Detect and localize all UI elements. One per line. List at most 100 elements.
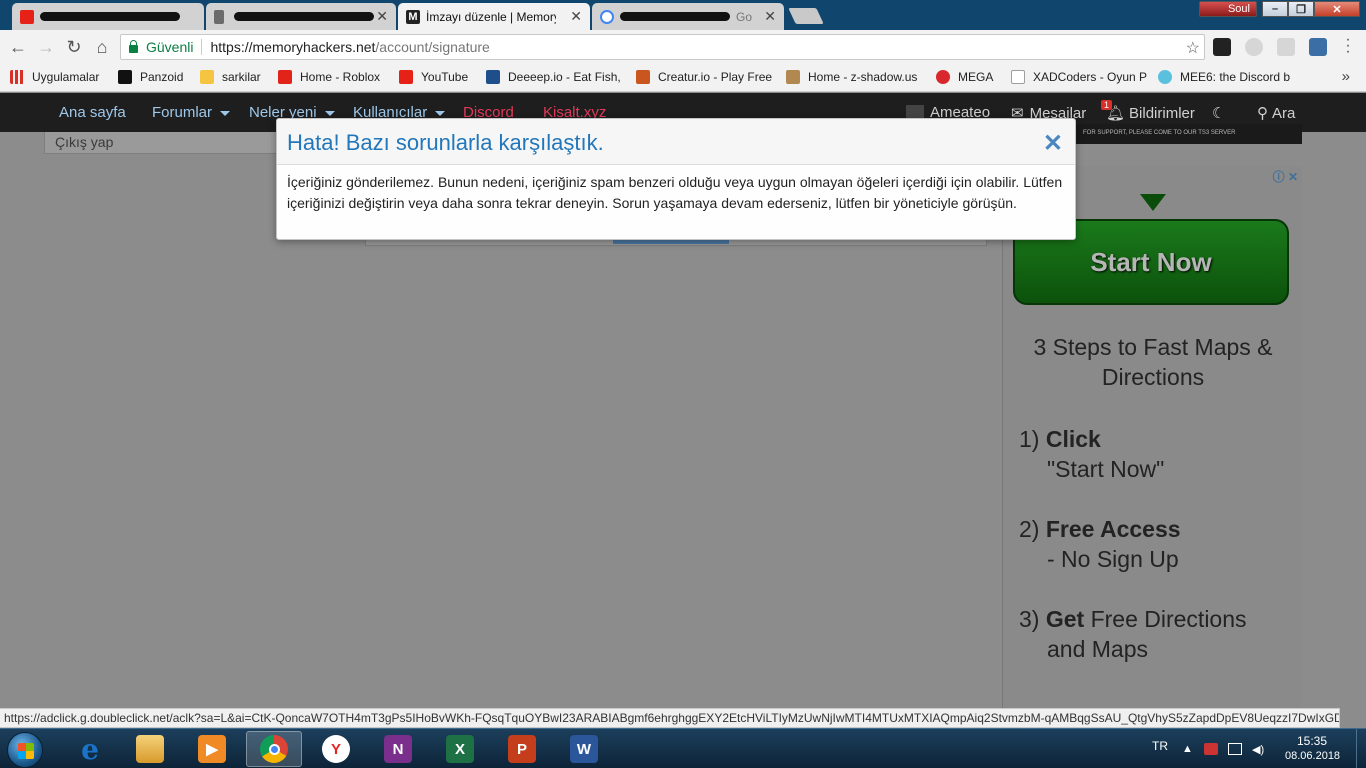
taskbar-onenote[interactable]: N: [370, 731, 426, 767]
forward-arrow-icon[interactable]: →: [36, 37, 56, 57]
action-center-icon[interactable]: [1204, 743, 1218, 755]
back-arrow-icon[interactable]: ←: [8, 37, 28, 57]
address-bar[interactable]: Güvenli https://memoryhackers.net /accou…: [120, 34, 1205, 60]
step-number: 3): [1019, 606, 1040, 632]
taskbar-yandex[interactable]: Y: [308, 731, 364, 767]
ad-info-icon[interactable]: ⓘ ✕: [1273, 168, 1298, 185]
bookmark-youtube[interactable]: YouTube: [399, 70, 477, 84]
nav-label: Bildirimler: [1129, 105, 1195, 122]
bookmark-mega[interactable]: MEGA: [936, 70, 1002, 84]
tab-redacted[interactable]: ✕: [206, 3, 396, 30]
nav-notifications[interactable]: 🔔︎ Bildirimler: [1106, 104, 1195, 122]
show-desktop-button[interactable]: [1356, 729, 1366, 768]
bookmark-zshadow[interactable]: Home - z-shadow.us: [786, 70, 926, 84]
browser-toolbar: ← → ↻ ⌂ Güvenli https://memoryhackers.ne…: [0, 30, 1366, 64]
onenote-icon: N: [384, 735, 412, 763]
nav-home[interactable]: Ana sayfa: [59, 104, 126, 121]
step-text: and Maps: [1047, 636, 1149, 662]
ad-step-2: 2) Free Access - No Sign Up: [1019, 514, 1181, 574]
extension-icon[interactable]: [1213, 38, 1231, 56]
new-tab-button[interactable]: [788, 8, 824, 24]
profile-chip[interactable]: Soul: [1199, 1, 1257, 17]
bookmark-sarkilar[interactable]: sarkilar: [200, 70, 272, 84]
taskbar-internet-explorer[interactable]: e: [62, 731, 118, 767]
tab-memoryhackers[interactable]: M İmzayı düzenle | Memory ✕: [398, 3, 590, 30]
bookmark-roblox[interactable]: Home - Roblox: [278, 70, 390, 84]
tab-google[interactable]: Go ✕: [592, 3, 784, 30]
bookmark-label: XADCoders - Oyun P: [1033, 70, 1148, 84]
step-number: 2): [1019, 516, 1040, 542]
avatar-extension-icon[interactable]: [1309, 38, 1327, 56]
nav-search[interactable]: ⚲ Ara: [1257, 104, 1295, 122]
divider: [201, 39, 203, 55]
support-banner[interactable]: FOR SUPPORT, PLEASE COME TO OUR TS3 SERV…: [1075, 124, 1302, 144]
chevron-more-icon[interactable]: »: [1342, 68, 1350, 85]
redacted-tab-title: [234, 12, 374, 21]
taskbar-media-player[interactable]: ▶: [184, 731, 240, 767]
maximize-button[interactable]: ❐: [1288, 1, 1314, 17]
powerpoint-icon: P: [508, 735, 536, 763]
bookmark-xadcoders[interactable]: XADCoders - Oyun P: [1011, 70, 1151, 84]
nav-label: Ara: [1272, 105, 1296, 122]
bookmark-label: Panzoid: [140, 70, 184, 84]
nav-forums[interactable]: Forumlar: [152, 104, 231, 121]
bookmark-creatur[interactable]: Creatur.io - Play Free: [636, 70, 774, 84]
step-bold: Get: [1045, 606, 1085, 632]
bookmark-panzoid[interactable]: Panzoid: [118, 70, 194, 84]
minimize-button[interactable]: –: [1262, 1, 1288, 17]
taskbar-excel[interactable]: X: [432, 731, 488, 767]
logout-link[interactable]: Çıkış yap: [44, 132, 284, 154]
ad-heading-text: 3 Steps to Fast Maps & Directions: [1033, 334, 1273, 390]
tab-title: İmzayı düzenle | Memory: [426, 9, 556, 24]
mega-icon: [936, 70, 950, 84]
panzoid-icon: [118, 70, 132, 84]
tray-up-arrow-icon[interactable]: ▲: [1182, 743, 1196, 755]
creatur-icon: [636, 70, 650, 84]
zshadow-icon: [786, 70, 800, 84]
taskbar-powerpoint[interactable]: P: [494, 731, 550, 767]
close-icon[interactable]: ✕: [1043, 129, 1063, 158]
clock-time[interactable]: 15:35: [1297, 734, 1327, 748]
volume-icon[interactable]: ◀): [1252, 743, 1266, 756]
tab-close-icon[interactable]: ✕: [376, 8, 388, 25]
discord-extension-icon[interactable]: [1245, 38, 1263, 56]
profile-name: Soul: [1227, 3, 1250, 15]
home-icon[interactable]: ⌂: [92, 37, 112, 57]
window-close-button[interactable]: ✕: [1314, 1, 1360, 17]
arrow-down-icon: [1140, 194, 1166, 211]
nav-label: Forumlar: [152, 104, 213, 121]
tab-close-icon[interactable]: ✕: [764, 8, 776, 25]
ad-panel[interactable]: ⓘ ✕ Start Now 3 Steps to Fast Maps & Dir…: [1002, 166, 1302, 710]
bookmark-label: Creatur.io - Play Free: [658, 70, 773, 84]
bookmark-label: Uygulamalar: [32, 70, 100, 84]
bookmark-label: Home - Roblox: [300, 70, 381, 84]
dialog-title: Hata! Bazı sorunlarla karşılaştık.: [287, 130, 604, 155]
shield-extension-icon[interactable]: [1277, 38, 1295, 56]
bookmark-star-icon[interactable]: ☆: [1186, 38, 1200, 58]
step-number: 1): [1019, 426, 1040, 452]
network-icon[interactable]: [1228, 743, 1242, 755]
moon-icon[interactable]: ☾: [1212, 104, 1225, 122]
tab-strip: ✕ M İmzayı düzenle | Memory ✕ Go ✕ Soul …: [0, 0, 1366, 30]
bookmark-label: Home - z-shadow.us: [808, 70, 918, 84]
bookmark-deeeep[interactable]: Deeeep.io - Eat Fish,: [486, 70, 622, 84]
bookmark-mee6[interactable]: MEE6: the Discord b: [1158, 70, 1298, 84]
taskbar-chrome[interactable]: [246, 731, 302, 767]
tab-youtube[interactable]: [12, 3, 204, 30]
search-icon: ⚲: [1257, 105, 1268, 122]
excel-icon: X: [446, 735, 474, 763]
menu-dots-icon[interactable]: · · ·: [1344, 32, 1352, 60]
dialog-message: İçeriğiniz gönderilemez. Bunun nedeni, i…: [287, 174, 1063, 211]
taskbar-word[interactable]: W: [556, 731, 612, 767]
bookmark-apps[interactable]: Uygulamalar: [10, 70, 110, 84]
link-status-bar: https://adclick.g.doubleclick.net/aclk?s…: [0, 708, 1340, 728]
reload-icon[interactable]: ↻: [64, 37, 84, 57]
language-indicator[interactable]: TR: [1152, 739, 1168, 753]
youtube-favicon-icon: [20, 10, 34, 24]
word-icon: W: [570, 735, 598, 763]
bookmarks-bar: Uygulamalar Panzoid sarkilar Home - Robl…: [0, 64, 1366, 92]
clock-date[interactable]: 08.06.2018: [1285, 750, 1340, 762]
start-button[interactable]: [7, 732, 43, 768]
taskbar-file-explorer[interactable]: [122, 731, 178, 767]
tab-close-icon[interactable]: ✕: [570, 8, 582, 25]
